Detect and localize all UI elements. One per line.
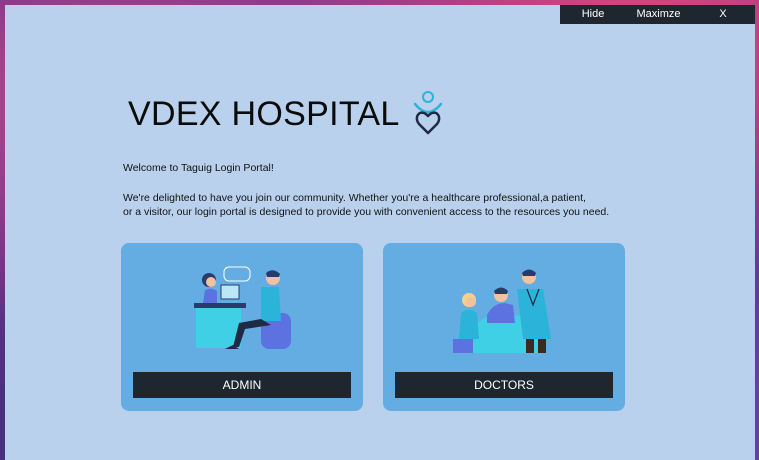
- window-titlebar: Hide Maximze X: [560, 5, 755, 24]
- page-title: VDEX HOSPITAL: [128, 95, 400, 133]
- close-button[interactable]: X: [691, 5, 755, 24]
- admin-card[interactable]: ADMIN: [121, 243, 363, 411]
- intro-line-2: or a visitor, our login portal is design…: [123, 206, 610, 218]
- intro-paragraph: We're delighted to have you join our com…: [123, 191, 643, 219]
- intro-line-1: We're delighted to have you join our com…: [123, 192, 586, 204]
- app-window: Hide Maximze X VDEX HOSPITAL Welcome to …: [5, 5, 755, 460]
- welcome-text: Welcome to Taguig Login Portal!: [123, 162, 274, 174]
- admin-button[interactable]: ADMIN: [133, 372, 351, 398]
- doctors-card[interactable]: DOCTORS: [383, 243, 625, 411]
- hide-button[interactable]: Hide: [560, 5, 626, 24]
- doctors-illustration: [453, 269, 551, 353]
- maximize-button[interactable]: Maximze: [626, 5, 691, 24]
- admin-illustration: [194, 266, 291, 349]
- doctors-button[interactable]: DOCTORS: [395, 372, 613, 398]
- hospital-logo-icon: [413, 91, 443, 135]
